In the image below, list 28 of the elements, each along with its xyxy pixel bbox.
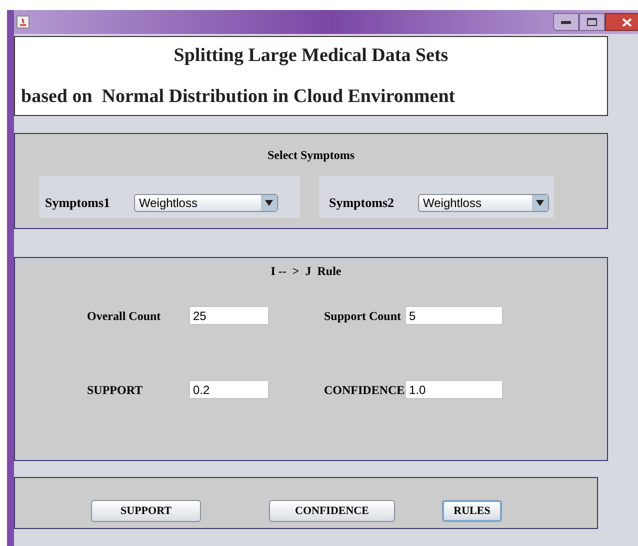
close-button[interactable] xyxy=(605,13,638,31)
maximize-button[interactable] xyxy=(579,13,605,31)
action-button[interactable]: RULES xyxy=(442,500,502,522)
action-button[interactable]: SUPPORT xyxy=(91,500,201,522)
combo-label: Symptoms2 xyxy=(329,194,396,212)
field-label: Support Count xyxy=(324,308,402,324)
value-field[interactable]: 0.2 xyxy=(189,380,269,399)
panel-heading: I -- > J Rule xyxy=(270,263,342,280)
caret-icon xyxy=(532,195,548,211)
symptom-dropdown[interactable]: Weightloss xyxy=(134,194,278,212)
minimize-icon xyxy=(561,20,571,24)
caret-icon xyxy=(261,195,277,211)
value-field[interactable]: 1.0 xyxy=(405,380,503,399)
combo-label: Symptoms1 xyxy=(45,194,112,212)
field-label: Overall Count xyxy=(87,308,162,324)
action-button[interactable]: CONFIDENCE xyxy=(269,500,395,522)
symptom-dropdown[interactable]: Weightloss xyxy=(418,194,549,212)
field-label: SUPPORT xyxy=(87,382,144,398)
field-label: CONFIDENCE xyxy=(324,382,405,398)
minimize-button[interactable] xyxy=(553,13,579,31)
title-line: based on Normal Distribution in Cloud Environment xyxy=(20,84,456,108)
value-field[interactable]: 25 xyxy=(189,306,269,325)
title-line: Splitting Large Medical Data Sets xyxy=(172,44,450,68)
value-field[interactable]: 5 xyxy=(405,306,503,325)
app-icon xyxy=(16,15,30,29)
panel-heading: Select Symptoms xyxy=(268,147,354,164)
maximize-icon xyxy=(587,18,597,26)
close-icon xyxy=(622,18,632,26)
